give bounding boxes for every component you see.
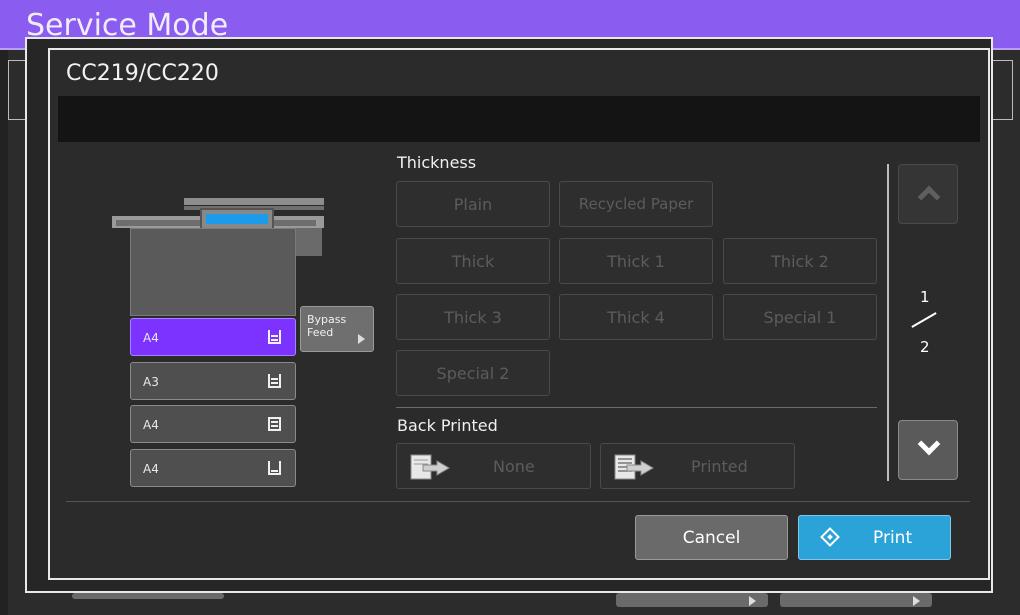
tray-icon — [268, 417, 281, 431]
tray-label: A4 — [143, 331, 159, 345]
scroll-up-button[interactable] — [898, 164, 958, 224]
printer-body — [130, 228, 296, 316]
tray-icon — [268, 461, 281, 475]
back-printed-printed-label: Printed — [691, 457, 748, 476]
bypass-feed-label: Bypass Feed — [307, 313, 347, 339]
total-pages: 2 — [920, 338, 930, 356]
printer-scanner — [184, 198, 324, 205]
footer-divider — [66, 501, 970, 502]
background-button — [72, 593, 224, 599]
current-page: 1 — [920, 288, 930, 306]
tray-icon — [268, 374, 281, 388]
arrow-right-icon — [358, 334, 365, 344]
tray-button-1[interactable]: A4 — [130, 318, 296, 356]
thickness-option-thick-4: Thick 4 — [559, 294, 713, 340]
page-indicator: 1 2 — [906, 288, 950, 358]
printer-screen — [206, 214, 268, 224]
bypass-feed-button[interactable]: Bypass Feed — [300, 306, 374, 352]
cancel-button[interactable]: Cancel — [635, 515, 788, 560]
background-frame — [992, 60, 1013, 120]
tray-button-2[interactable]: A3 — [130, 362, 296, 400]
thickness-option-thick-3: Thick 3 — [396, 294, 550, 340]
print-button[interactable]: Print — [798, 515, 951, 560]
chevron-up-icon — [917, 185, 941, 209]
back-printed-none-label: None — [493, 457, 535, 476]
section-divider — [396, 407, 877, 408]
scroll-divider — [887, 164, 889, 481]
dialog-title: CC219/CC220 — [66, 61, 219, 86]
thickness-option-thick: Thick — [396, 238, 550, 284]
background-button — [616, 593, 768, 607]
tray-button-4[interactable]: A4 — [130, 449, 296, 487]
back-printed-option-none: None — [396, 443, 591, 489]
thickness-label: Thickness — [397, 153, 477, 172]
page-separator — [911, 312, 937, 328]
back-printed-label: Back Printed — [397, 416, 498, 435]
tray-button-3[interactable]: A4 — [130, 405, 296, 443]
printer-side-unit — [296, 228, 322, 256]
print-label: Print — [873, 528, 913, 548]
tray-label: A4 — [143, 418, 159, 432]
thickness-option-recycled-paper: Recycled Paper — [559, 181, 713, 227]
tray-label: A4 — [143, 462, 159, 476]
arrow-icon — [749, 596, 756, 606]
thickness-option-thick-2: Thick 2 — [723, 238, 877, 284]
cancel-label: Cancel — [682, 528, 741, 548]
back-printed-option-printed: Printed — [600, 443, 795, 489]
thickness-option-special-2: Special 2 — [396, 350, 550, 396]
paper-printed-icon — [614, 454, 654, 480]
chevron-down-icon — [917, 432, 941, 456]
background-strip — [0, 50, 8, 615]
thickness-option-special-1: Special 1 — [723, 294, 877, 340]
printer-illustration — [112, 192, 324, 317]
thickness-option-plain: Plain — [396, 181, 550, 227]
scroll-down-button[interactable] — [898, 420, 958, 480]
thickness-option-thick-1: Thick 1 — [559, 238, 713, 284]
arrow-icon — [913, 596, 920, 606]
message-bar — [58, 96, 980, 142]
paper-feed-icon — [410, 454, 450, 480]
tray-icon — [268, 330, 281, 344]
tray-label: A3 — [143, 375, 159, 389]
background-button — [780, 593, 932, 607]
